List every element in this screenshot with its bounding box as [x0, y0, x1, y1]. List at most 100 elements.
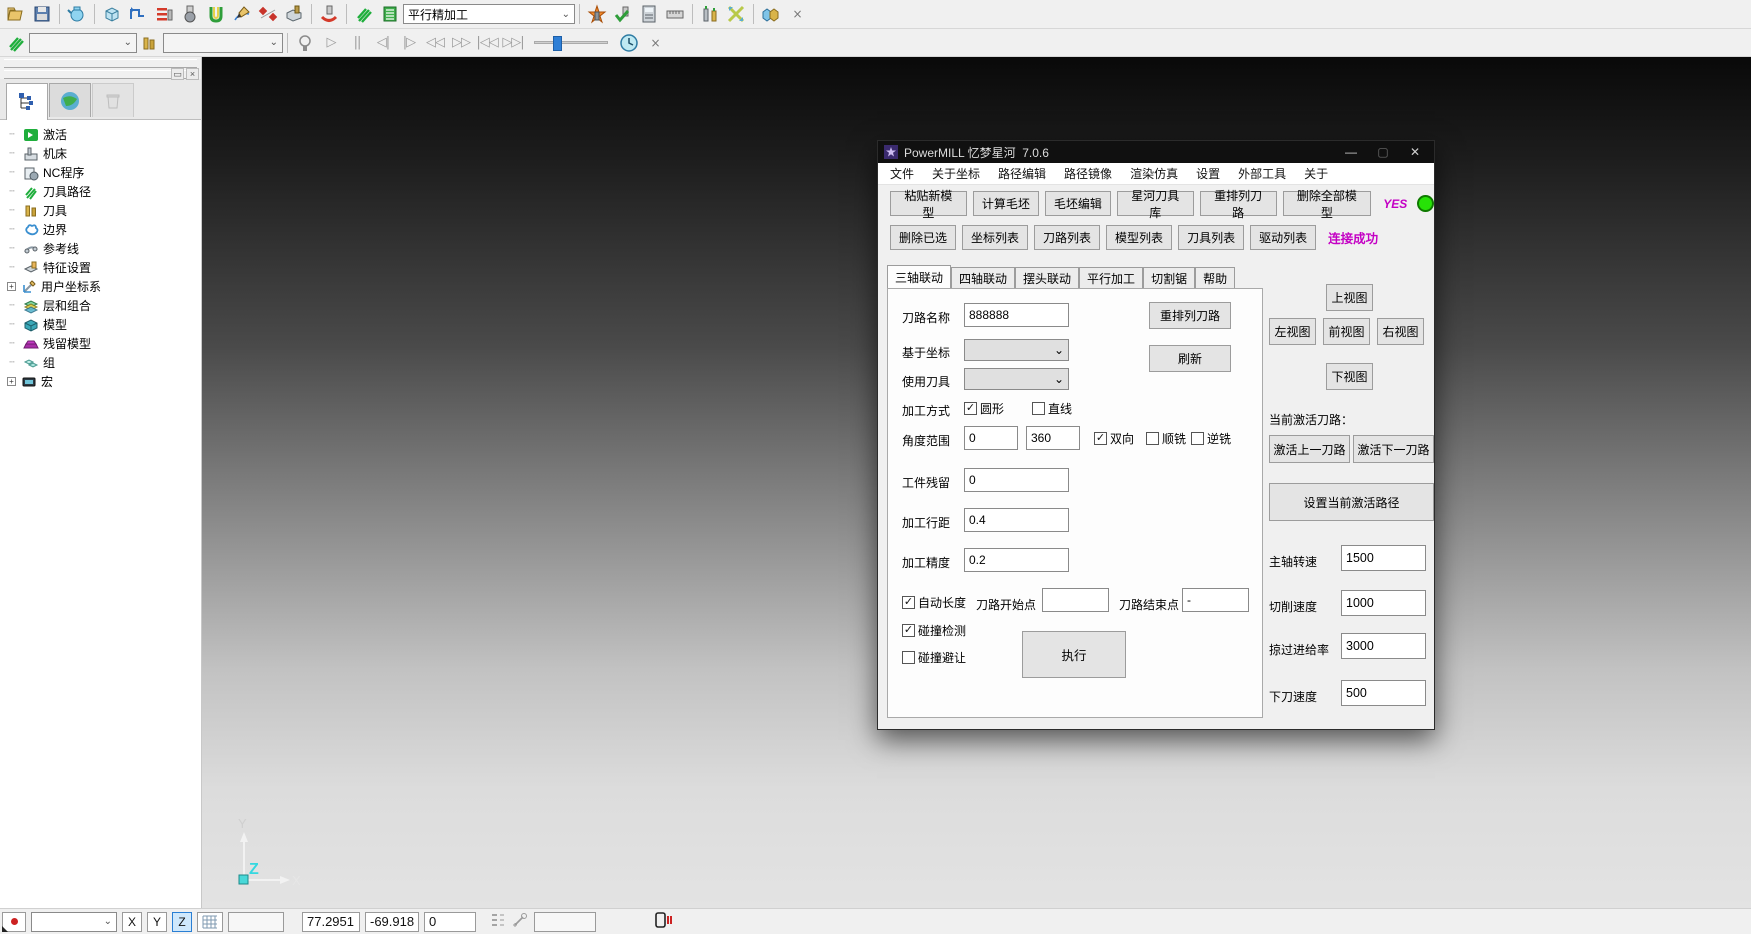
menu-about[interactable]: 关于 [1304, 165, 1328, 182]
rearrange-button[interactable]: 重排列刀路 [1149, 302, 1231, 329]
grid-size-field[interactable] [228, 912, 284, 932]
collision-avoid-checkbox[interactable]: 碰撞避让 [902, 649, 966, 666]
verify-tool-icon[interactable] [610, 2, 636, 26]
tools-pin-icon[interactable] [697, 2, 723, 26]
machining-strategy-combo[interactable]: 平行精加工 ⌄ [403, 4, 575, 24]
toolpath-name-input[interactable] [964, 303, 1069, 327]
coord-list-icon[interactable] [490, 912, 506, 931]
cursor-z-field[interactable]: 0 [424, 912, 476, 932]
skim-feed-input[interactable] [1341, 633, 1426, 659]
minimize-button[interactable]: — [1338, 145, 1364, 159]
tree-item-models[interactable]: ┄模型 [6, 315, 201, 334]
mode-line-checkbox[interactable]: 直线 [1032, 400, 1072, 417]
delete-all-models-button[interactable]: 删除全部模型 [1283, 191, 1372, 216]
float-panel-icon[interactable]: ▭ [171, 68, 184, 80]
z-axis-button[interactable]: Z [172, 912, 192, 932]
calculator-icon[interactable] [636, 2, 662, 26]
tool-combo-icon[interactable] [137, 31, 163, 55]
view-front-button[interactable]: 前视图 [1323, 318, 1370, 345]
tree-item-groups[interactable]: ┄组 [6, 353, 201, 372]
bidirectional-checkbox[interactable]: ✓双向 [1094, 430, 1134, 447]
tree-item-workplanes[interactable]: +用户坐标系 [6, 277, 201, 296]
set-active-path-button[interactable]: 设置当前激活路径 [1269, 483, 1434, 521]
go-to-start-icon[interactable]: |◁◁ [474, 31, 500, 55]
angle-to-input[interactable] [1026, 426, 1080, 450]
tab-help[interactable]: 帮助 [1195, 267, 1235, 288]
toolpath-list-icon[interactable] [377, 2, 403, 26]
blank-stock-icon[interactable] [64, 2, 90, 26]
spindle-speed-input[interactable] [1341, 545, 1426, 571]
activate-prev-path-button[interactable]: 激活上一刀路 [1269, 435, 1350, 463]
expand-icon[interactable]: + [7, 282, 16, 291]
tab-explorer-globe[interactable] [49, 83, 91, 117]
toolpath-coil-icon-2[interactable] [3, 31, 29, 55]
panel-grip[interactable] [4, 59, 197, 68]
play-icon[interactable]: ▷ [318, 31, 344, 55]
burn-tool-icon[interactable] [584, 2, 610, 26]
drive-list-button[interactable]: 驱动列表 [1250, 225, 1316, 250]
tree-item-patterns[interactable]: ┄参考线 [6, 239, 201, 258]
tool-combo[interactable]: ⌄ [964, 368, 1069, 390]
boundary-u-icon[interactable] [203, 2, 229, 26]
calc-stock-button[interactable]: 计算毛坯 [973, 191, 1039, 216]
tab-saw[interactable]: 切割锯 [1143, 267, 1195, 288]
step-forward-icon[interactable]: |▷ [396, 31, 422, 55]
slider-handle[interactable] [553, 36, 562, 51]
points-icon[interactable] [255, 2, 281, 26]
stepover-input[interactable] [964, 508, 1069, 532]
go-to-end-icon[interactable]: ▷▷| [500, 31, 526, 55]
view-right-button[interactable]: 右视图 [1377, 318, 1424, 345]
lightbulb-icon[interactable] [292, 31, 318, 55]
tree-item-macros[interactable]: +宏 [6, 372, 201, 391]
end-point-input[interactable] [1182, 588, 1249, 612]
pause-icon[interactable]: || [344, 31, 370, 55]
simulation-toolpath-combo[interactable]: ⌄ [29, 33, 137, 53]
menu-coords[interactable]: 关于坐标 [932, 165, 980, 182]
paste-new-model-button[interactable]: 粘贴新模型 [890, 191, 967, 216]
probe-icon[interactable] [511, 912, 529, 931]
mode-circle-checkbox[interactable]: ✓圆形 [964, 400, 1004, 417]
execute-button[interactable]: 执行 [1022, 631, 1126, 678]
refresh-button[interactable]: 刷新 [1149, 345, 1231, 372]
tree-item-nc-program[interactable]: ┄NC程序 [6, 163, 201, 182]
model-list-button[interactable]: 模型列表 [1106, 225, 1172, 250]
tree-item-feature-sets[interactable]: ┄特征设置 [6, 258, 201, 277]
y-axis-button[interactable]: Y [147, 912, 167, 932]
rearrange-paths-button[interactable]: 重排列刀路 [1200, 191, 1277, 216]
menu-render-sim[interactable]: 渲染仿真 [1130, 165, 1178, 182]
tree-item-stock-models[interactable]: ┄残留模型 [6, 334, 201, 353]
fast-forward-icon[interactable]: ▷▷ [448, 31, 474, 55]
tool-library-button[interactable]: 星河刀具库 [1117, 191, 1194, 216]
pause-plot-icon[interactable] [654, 911, 674, 932]
grid-snap-button[interactable] [197, 912, 223, 932]
tree-item-levels[interactable]: ┄层和组合 [6, 296, 201, 315]
arc-tool-icon[interactable] [316, 2, 342, 26]
close-button[interactable]: ✕ [1402, 145, 1428, 159]
measure-field[interactable] [534, 912, 596, 932]
level-combo[interactable]: ⌄ [31, 912, 117, 932]
tolerance-input[interactable] [964, 548, 1069, 572]
pattern-pencil-icon[interactable] [229, 2, 255, 26]
delete-selected-button[interactable]: 删除已选 [890, 225, 956, 250]
dialog-titlebar[interactable]: PowerMILL 忆梦星河 7.0.6 — ▢ ✕ [878, 141, 1434, 163]
view-top-button[interactable]: 上视图 [1326, 284, 1373, 311]
cross-arrows-icon[interactable] [723, 2, 749, 26]
tab-4axis[interactable]: 四轴联动 [951, 267, 1015, 288]
cursor-x-field[interactable]: 77.2951 [302, 912, 360, 932]
toolpath-coil-icon[interactable] [351, 2, 377, 26]
simulation-speed-slider[interactable] [534, 41, 608, 44]
feature-block-icon[interactable] [281, 2, 307, 26]
view-left-button[interactable]: 左视图 [1269, 318, 1316, 345]
coord-list-button[interactable]: 坐标列表 [962, 225, 1028, 250]
collision-check-checkbox[interactable]: ✓碰撞检测 [902, 622, 966, 639]
tree-item-activate[interactable]: ┄激活 [6, 125, 201, 144]
nc-program-icon[interactable] [151, 2, 177, 26]
open-file-icon[interactable] [3, 2, 29, 26]
plunge-feed-input[interactable] [1341, 680, 1426, 706]
tab-parallel[interactable]: 平行加工 [1079, 267, 1143, 288]
start-point-input[interactable] [1042, 588, 1109, 612]
panel-grip[interactable]: ▭ × [4, 70, 197, 79]
tab-swivel[interactable]: 摆头联动 [1015, 267, 1079, 288]
compare-boxes-icon[interactable] [758, 2, 784, 26]
block-icon[interactable] [99, 2, 125, 26]
